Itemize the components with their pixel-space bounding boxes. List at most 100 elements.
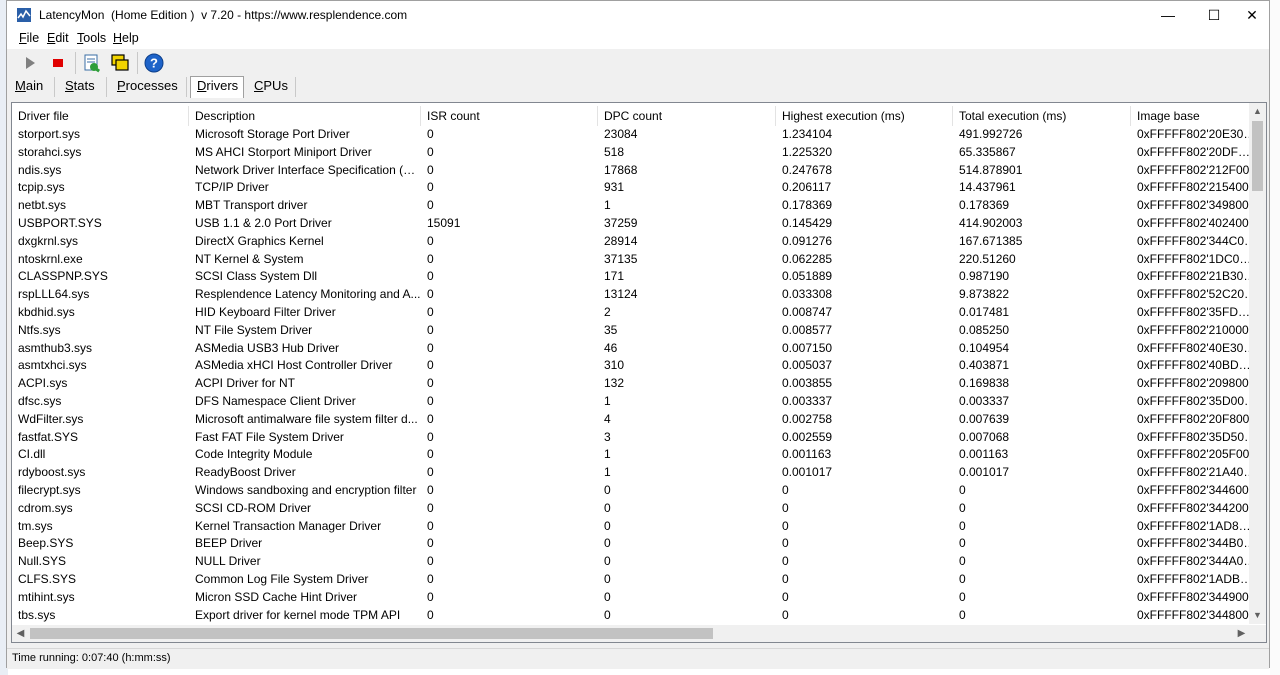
help-button[interactable]: ? bbox=[143, 52, 165, 74]
table-cell: fastfat.SYS bbox=[18, 429, 79, 444]
table-row[interactable]: netbt.sys MBT Transport driver 0 1 0.178369 0… bbox=[12, 197, 1250, 215]
table-cell: 0xFFFFF802'205F000 bbox=[1137, 447, 1250, 462]
close-button[interactable]: ✕ bbox=[1229, 1, 1275, 29]
column-header[interactable]: Highest execution (ms) bbox=[776, 106, 953, 126]
table-cell: 0 bbox=[427, 483, 434, 497]
table-cell: 0xFFFFF802'21A4000 bbox=[1137, 465, 1250, 480]
table-row[interactable]: tm.sys Kernel Transaction Manager Driver 0… bbox=[12, 518, 1250, 536]
tab-bar: Main Stats Processes Drivers CPUs bbox=[7, 76, 1269, 98]
table-cell: 0 bbox=[427, 127, 434, 141]
table-cell: HID Keyboard Filter Driver bbox=[195, 305, 336, 319]
column-header[interactable]: ISR count bbox=[421, 106, 598, 126]
menu-file[interactable]: File bbox=[19, 31, 39, 45]
column-header[interactable]: DPC count bbox=[598, 106, 776, 126]
horizontal-scrollbar[interactable]: ◀ ▶ bbox=[12, 625, 1250, 642]
menu-edit[interactable]: Edit bbox=[47, 31, 69, 45]
table-row[interactable]: USBPORT.SYS USB 1.1 & 2.0 Port Driver 1509… bbox=[12, 215, 1250, 233]
table-row[interactable]: cdrom.sys SCSI CD-ROM Driver 0 0 0 0 0xFFFFF80… bbox=[12, 500, 1250, 518]
table-cell: NT Kernel & System bbox=[195, 251, 304, 266]
table-cell: asmthub3.sys bbox=[18, 340, 93, 355]
table-cell: 0xFFFFF802'3498000 bbox=[1137, 198, 1250, 213]
table-row[interactable]: kbdhid.sys HID Keyboard Filter Driver 0 2 0.… bbox=[12, 304, 1250, 322]
scroll-right-icon[interactable]: ▶ bbox=[1233, 625, 1250, 642]
column-header[interactable]: Driver file bbox=[12, 106, 189, 126]
table-row[interactable]: dxgkrnl.sys DirectX Graphics Kernel 0 28914… bbox=[12, 233, 1250, 251]
table-cell: tm.sys bbox=[18, 518, 53, 533]
vertical-scrollbar[interactable]: ▲ ▼ bbox=[1249, 103, 1266, 624]
table-row[interactable]: ndis.sys Network Driver Interface Specifi… bbox=[12, 162, 1250, 180]
table-cell: TCP/IP Driver bbox=[195, 180, 269, 195]
table-cell: 0.008577 bbox=[782, 322, 833, 337]
title-bar[interactable]: LatencyMon (Home Edition ) v 7.20 - http… bbox=[7, 1, 1269, 29]
column-header[interactable]: Total execution (ms) bbox=[953, 106, 1131, 126]
table-cell: 0 bbox=[782, 500, 789, 515]
table-row[interactable]: Ntfs.sys NT File System Driver 0 35 0.008577… bbox=[12, 322, 1250, 340]
windows-button[interactable] bbox=[109, 52, 131, 74]
tab-stats[interactable]: Stats bbox=[59, 77, 107, 97]
table-cell: 1 bbox=[604, 394, 611, 408]
table-cell: 0xFFFFF802'1AD8000 bbox=[1137, 518, 1250, 533]
table-row[interactable]: ntoskrnl.exe NT Kernel & System 0 37135 0.06… bbox=[12, 251, 1250, 269]
minimize-button[interactable]: — bbox=[1145, 1, 1191, 29]
scroll-left-icon[interactable]: ◀ bbox=[12, 625, 29, 642]
column-header[interactable]: Image base bbox=[1131, 106, 1256, 126]
table-cell: ntoskrnl.exe bbox=[18, 251, 83, 266]
table-row[interactable]: ACPI.sys ACPI Driver for NT 0 132 0.003855 0.… bbox=[12, 375, 1250, 393]
table-cell: 0.002559 bbox=[782, 429, 833, 444]
scroll-up-icon[interactable]: ▲ bbox=[1249, 103, 1266, 120]
tab-processes[interactable]: Processes bbox=[111, 77, 187, 97]
table-cell: 0.005037 bbox=[782, 358, 833, 373]
table-cell: 0 bbox=[427, 322, 434, 337]
table-row[interactable]: mtihint.sys Micron SSD Cache Hint Driver 0… bbox=[12, 589, 1250, 607]
stop-monitor-button[interactable] bbox=[47, 52, 69, 74]
table-row[interactable]: tcpip.sys TCP/IP Driver 0 931 0.206117 14.437… bbox=[12, 179, 1250, 197]
table-row[interactable]: CLASSPNP.SYS SCSI Class System Dll 0 171 0.0… bbox=[12, 268, 1250, 286]
table-row[interactable]: filecrypt.sys Windows sandboxing and encr… bbox=[12, 482, 1250, 500]
table-cell: 518 bbox=[604, 144, 625, 159]
table-cell: 0xFFFFF802'1ADB000 bbox=[1137, 572, 1250, 586]
table-cell: CLASSPNP.SYS bbox=[18, 269, 108, 284]
table-row[interactable]: tbs.sys Export driver for kernel mode TPM… bbox=[12, 607, 1250, 623]
table-cell: 0 bbox=[427, 429, 434, 444]
column-header[interactable]: Description bbox=[189, 106, 421, 126]
table-cell: filecrypt.sys bbox=[18, 483, 81, 497]
table-cell: 0xFFFFF802'344B000 bbox=[1137, 536, 1250, 551]
tab-main[interactable]: Main bbox=[9, 77, 55, 97]
table-row[interactable]: CLFS.SYS Common Log File System Driver 0 0 0… bbox=[12, 571, 1250, 589]
table-cell: 0.002758 bbox=[782, 411, 833, 426]
table-cell: 0 bbox=[604, 518, 611, 533]
table-cell: ASMedia xHCI Host Controller Driver bbox=[195, 358, 393, 373]
scroll-down-icon[interactable]: ▼ bbox=[1249, 607, 1266, 624]
table-cell: 0 bbox=[427, 500, 434, 515]
table-cell: 0.007639 bbox=[959, 411, 1010, 426]
table-row[interactable]: asmtxhci.sys ASMedia xHCI Host Controller… bbox=[12, 357, 1250, 375]
table-row[interactable]: CI.dll Code Integrity Module 0 1 0.001163 0.0… bbox=[12, 446, 1250, 464]
table-row[interactable]: storahci.sys MS AHCI Storport Miniport Dr… bbox=[12, 144, 1250, 162]
table-cell: 0 bbox=[427, 607, 434, 622]
table-cell: 0 bbox=[782, 518, 789, 533]
table-row[interactable]: Null.SYS NULL Driver 0 0 0 0 0xFFFFF802'344A00… bbox=[12, 553, 1250, 571]
start-monitor-button[interactable] bbox=[19, 52, 41, 74]
table-row[interactable]: rdyboost.sys ReadyBoost Driver 0 1 0.001017 0… bbox=[12, 464, 1250, 482]
horizontal-scroll-thumb[interactable] bbox=[30, 628, 713, 639]
table-cell: 23084 bbox=[604, 127, 638, 141]
table-cell: 0xFFFFF802'344C000 bbox=[1137, 233, 1250, 248]
table-cell: WdFilter.sys bbox=[18, 411, 84, 426]
table-row[interactable]: asmthub3.sys ASMedia USB3 Hub Driver 0 46 0.… bbox=[12, 340, 1250, 358]
vertical-scroll-thumb[interactable] bbox=[1252, 121, 1263, 191]
table-row[interactable]: rspLLL64.sys Resplendence Latency Monitor… bbox=[12, 286, 1250, 304]
tab-drivers[interactable]: Drivers bbox=[190, 76, 244, 98]
table-row[interactable]: dfsc.sys DFS Namespace Client Driver 0 1 0.0… bbox=[12, 393, 1250, 411]
table-row[interactable]: WdFilter.sys Microsoft antimalware file s… bbox=[12, 411, 1250, 429]
table-cell: Export driver for kernel mode TPM API bbox=[195, 607, 401, 622]
table-cell: NULL Driver bbox=[195, 554, 261, 569]
table-row[interactable]: Beep.SYS BEEP Driver 0 0 0 0 0xFFFFF802'344B00… bbox=[12, 535, 1250, 553]
table-cell: 0.178369 bbox=[959, 198, 1010, 213]
menu-help[interactable]: Help bbox=[113, 31, 139, 45]
report-button[interactable] bbox=[81, 52, 103, 74]
tab-cpus[interactable]: CPUs bbox=[248, 77, 296, 97]
table-row[interactable]: storport.sys Microsoft Storage Port Drive… bbox=[12, 126, 1250, 144]
table-cell: rspLLL64.sys bbox=[18, 287, 90, 302]
table-row[interactable]: fastfat.SYS Fast FAT File System Driver 0 3… bbox=[12, 429, 1250, 447]
menu-tools[interactable]: Tools bbox=[77, 31, 106, 45]
